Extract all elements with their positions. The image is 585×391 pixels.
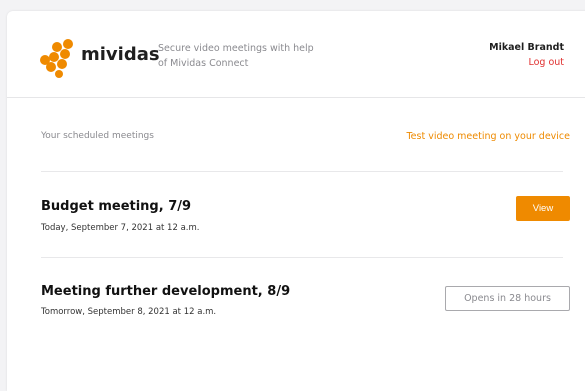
brand-name: mividas: [81, 44, 160, 65]
meeting-date: Tomorrow, September 8, 2021 at 12 a.m.: [41, 307, 217, 317]
user-name: Mikael Brandt: [489, 42, 564, 53]
logo: mividas: [40, 38, 160, 78]
test-video-link[interactable]: Test video meeting on your device: [406, 131, 570, 142]
meeting-title: Budget meeting, 7/9: [41, 199, 192, 214]
main-card: mividas Secure video meetings with help …: [7, 11, 585, 391]
view-button[interactable]: View: [516, 196, 570, 221]
meeting-title: Meeting further development, 8/9: [41, 284, 291, 299]
divider: [41, 257, 563, 258]
opens-in-button: Opens in 28 hours: [445, 286, 570, 311]
tagline: Secure video meetings with help of Mivid…: [158, 43, 314, 69]
divider: [41, 171, 563, 172]
logout-link[interactable]: Log out: [528, 57, 564, 68]
header: mividas Secure video meetings with help …: [7, 11, 585, 98]
mividas-dots-logo-icon: [40, 39, 73, 78]
section-label: Your scheduled meetings: [41, 131, 154, 141]
meeting-date: Today, September 7, 2021 at 12 a.m.: [41, 223, 200, 233]
